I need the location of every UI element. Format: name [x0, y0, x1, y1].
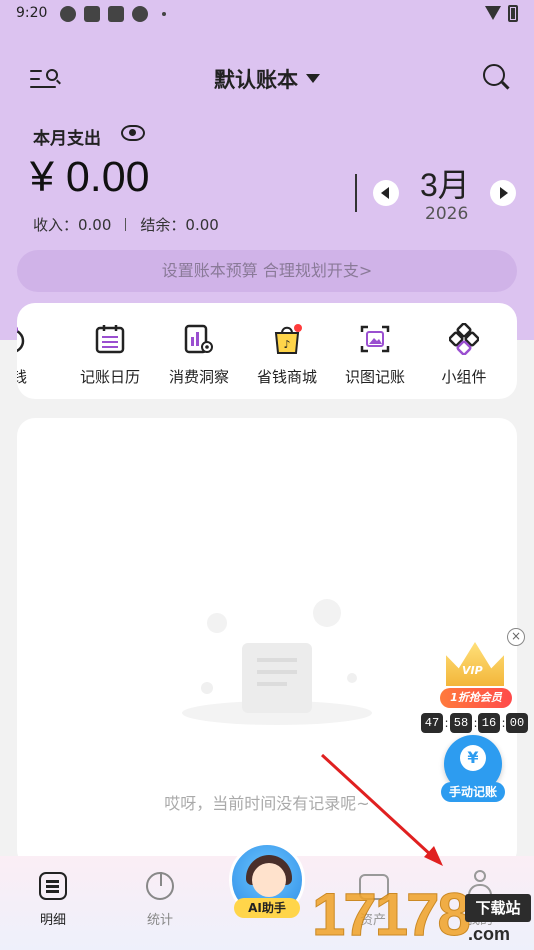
countdown-centiseconds: 00 [506, 713, 528, 733]
watermark-suffix: .com [468, 924, 511, 944]
eye-icon[interactable] [121, 125, 145, 141]
vip-crown-text: VIP [462, 664, 483, 677]
shortcut-insight[interactable]: 消费洞察 [156, 303, 242, 399]
budget-prompt-button[interactable]: 设置账本预算 合理规划开支> [17, 250, 517, 292]
avatar-face [252, 863, 286, 897]
yen-icon: ¥ [460, 745, 486, 771]
ledger-name: 默认账本 [214, 68, 298, 92]
close-icon[interactable]: × [507, 628, 525, 646]
tab-label: 统计 [146, 913, 173, 928]
shortcut-label: 小组件 [441, 368, 487, 386]
shortcut-mall[interactable]: ♪ 省钱商城 [244, 303, 330, 399]
piggy-bank-icon [17, 326, 25, 353]
ledger-selector[interactable]: 默认账本 [0, 64, 534, 94]
prev-month-button[interactable] [373, 180, 399, 206]
empty-records-illustration [182, 599, 372, 725]
shortcut-label: 记账日历 [79, 368, 140, 386]
notification-icon [60, 6, 76, 22]
app-notification-icon [108, 6, 124, 22]
shortcut-bar: 存钱 记账日历 消费洞察 ♪ 省钱商城 识图记账 小组件 [17, 303, 517, 399]
tab-detail[interactable]: 明细 [13, 856, 93, 936]
list-icon [39, 872, 67, 900]
countdown-seconds: 16 [478, 713, 500, 733]
app-notification-icon [84, 6, 100, 22]
month-expense-label: 本月支出 [33, 129, 101, 149]
shortcut-save-money[interactable]: 存钱 [17, 303, 55, 399]
manual-entry-label[interactable]: 手动记账 [441, 782, 505, 802]
pie-chart-icon [146, 872, 174, 900]
shopping-bag-icon: ♪ [274, 324, 302, 354]
shortcut-image-scan[interactable]: 识图记账 [332, 303, 418, 399]
shortcut-label: 识图记账 [344, 368, 405, 386]
year-value: 2026 [425, 204, 469, 224]
calendar-icon [95, 325, 125, 354]
shortcut-label: 省钱商城 [256, 368, 317, 386]
widget-icon [449, 323, 479, 355]
svg-text:♪: ♪ [283, 338, 290, 351]
tab-stats[interactable]: 统计 [120, 856, 200, 936]
more-notifications-dot [162, 12, 166, 16]
countdown-minutes: 58 [450, 713, 472, 733]
expense-amount: ¥ 0.00 [30, 153, 150, 201]
search-icon[interactable] [483, 64, 510, 90]
vip-offer-badge[interactable]: 1折抢会员 [440, 688, 512, 708]
wifi-icon [485, 6, 501, 20]
shortcut-widget[interactable]: 小组件 [421, 303, 507, 399]
countdown-hours: 47 [421, 713, 443, 733]
shortcut-calendar[interactable]: 记账日历 [67, 303, 153, 399]
tab-label: 明细 [39, 913, 66, 928]
image-scan-icon [360, 325, 390, 353]
month-value[interactable]: 3月 [420, 160, 470, 206]
battery-icon [508, 5, 518, 22]
watermark: 17178 下载站 .com [310, 880, 534, 950]
shortcut-label: 消费洞察 [168, 368, 229, 386]
watermark-tag: 下载站 [465, 894, 531, 922]
countdown-separator: : [444, 716, 449, 730]
ai-assistant-label[interactable]: AI助手 [234, 898, 300, 918]
notification-icon [132, 6, 148, 22]
dropdown-triangle-icon [306, 74, 320, 83]
next-month-button[interactable] [490, 180, 516, 206]
balance-text: 结余：0.00 [140, 216, 219, 234]
status-time: 9:20 [16, 5, 48, 21]
shortcut-label: 存钱 [17, 368, 27, 386]
income-balance-row: 收入：0.00 结余：0.00 [33, 214, 219, 235]
income-text: 收入：0.00 [33, 216, 112, 234]
divider [125, 218, 127, 231]
insight-icon [184, 324, 213, 354]
status-bar: 9:20 [0, 0, 534, 28]
divider [355, 174, 357, 212]
watermark-number: 17178 [312, 881, 472, 949]
